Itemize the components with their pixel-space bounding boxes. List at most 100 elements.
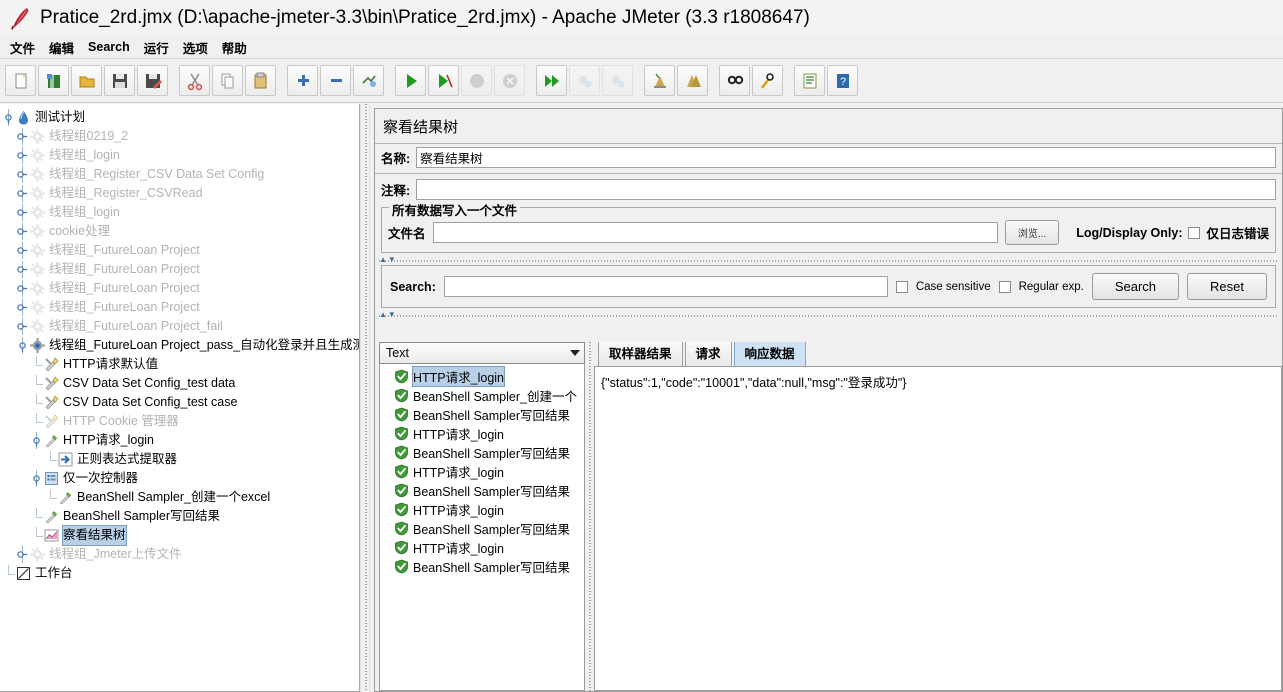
- toggle-icon[interactable]: [353, 65, 384, 96]
- tree-collapsed-handle-icon[interactable]: [16, 223, 29, 240]
- templates-icon[interactable]: [38, 65, 69, 96]
- copy-icon[interactable]: [212, 65, 243, 96]
- collapse-all-icon[interactable]: [320, 65, 351, 96]
- menu-search[interactable]: Search: [81, 38, 137, 56]
- sample-result-item[interactable]: BeanShell Sampler写回结果: [380, 519, 584, 538]
- browse-button[interactable]: 浏览...: [1004, 220, 1060, 245]
- menu-file[interactable]: 文件: [3, 36, 42, 59]
- comment-input[interactable]: [416, 179, 1276, 200]
- sample-result-list[interactable]: HTTP请求_login BeanShell Sampler_创建一个 BeanSh…: [379, 364, 585, 691]
- tree-expanded-handle-icon[interactable]: [30, 470, 43, 487]
- new-icon[interactable]: [5, 65, 36, 96]
- sample-result-item[interactable]: HTTP请求_login: [380, 424, 584, 443]
- expand-all-icon[interactable]: [287, 65, 318, 96]
- function-helper-icon[interactable]: [794, 65, 825, 96]
- detail-tab[interactable]: 响应数据: [733, 342, 806, 366]
- menu-run[interactable]: 运行: [137, 36, 176, 59]
- tree-expanded-handle-icon[interactable]: [30, 432, 43, 449]
- tree-node[interactable]: CSV Data Set Config_test case: [0, 393, 359, 412]
- tree-node[interactable]: 线程组_login: [0, 146, 359, 165]
- tree-expanded-handle-icon[interactable]: [16, 337, 29, 354]
- tree-collapsed-handle-icon[interactable]: [16, 204, 29, 221]
- tree-node[interactable]: 线程组_FutureLoan Project: [0, 279, 359, 298]
- test-plan-tree-panel[interactable]: 测试计划 线程组0219_2 线程组_login 线程组_Register_CSV D…: [0, 104, 360, 692]
- search-icon[interactable]: [719, 65, 750, 96]
- chevron-down-icon[interactable]: [570, 350, 580, 356]
- tree-node[interactable]: BeanShell Sampler_创建一个excel: [0, 488, 359, 507]
- reset-button[interactable]: Reset: [1187, 273, 1267, 300]
- tree-collapsed-handle-icon[interactable]: [16, 280, 29, 297]
- sample-result-item[interactable]: BeanShell Sampler_创建一个: [380, 386, 584, 405]
- tree-expanded-handle-icon[interactable]: [2, 109, 15, 126]
- regular-exp-checkbox[interactable]: [998, 280, 1011, 293]
- tree-node[interactable]: 线程组_FutureLoan Project: [0, 298, 359, 317]
- tree-collapsed-handle-icon[interactable]: [16, 299, 29, 316]
- detail-tab[interactable]: 请求: [684, 342, 732, 366]
- sample-result-item[interactable]: BeanShell Sampler写回结果: [380, 405, 584, 424]
- tree-editor-splitter[interactable]: [360, 104, 370, 692]
- tree-collapsed-handle-icon[interactable]: [16, 546, 29, 563]
- menu-help[interactable]: 帮助: [215, 36, 254, 59]
- save-icon[interactable]: [104, 65, 135, 96]
- start-icon[interactable]: [395, 65, 426, 96]
- tree-node[interactable]: 仅一次控制器: [0, 469, 359, 488]
- name-input[interactable]: [416, 147, 1276, 168]
- splitter-arrows-icon[interactable]: ▲▼: [379, 255, 397, 264]
- start-no-pauses-icon[interactable]: [428, 65, 459, 96]
- search-input[interactable]: [443, 276, 888, 297]
- tree-collapsed-handle-icon[interactable]: [16, 318, 29, 335]
- sample-result-item[interactable]: BeanShell Sampler写回结果: [380, 443, 584, 462]
- tree-node[interactable]: 线程组_Register_CSVRead: [0, 184, 359, 203]
- tree-node[interactable]: 线程组_FutureLoan Project: [0, 260, 359, 279]
- menu-edit[interactable]: 编辑: [42, 36, 81, 59]
- tree-node[interactable]: 察看结果树: [0, 525, 359, 546]
- tree-collapsed-handle-icon[interactable]: [16, 147, 29, 164]
- help-icon[interactable]: ?: [827, 65, 858, 96]
- tree-node[interactable]: 测试计划: [0, 108, 359, 127]
- tree-node[interactable]: 线程组_Register_CSV Data Set Config: [0, 165, 359, 184]
- tree-node[interactable]: 线程组_Jmeter上传文件: [0, 545, 359, 564]
- renderer-select[interactable]: Text: [379, 342, 585, 364]
- lower-splitter[interactable]: ▲▼: [379, 310, 1278, 320]
- sample-result-item[interactable]: HTTP请求_login: [380, 462, 584, 481]
- sample-result-item[interactable]: HTTP请求_login: [380, 538, 584, 557]
- detail-tab[interactable]: 取样器结果: [598, 342, 683, 366]
- tree-collapsed-handle-icon[interactable]: [16, 242, 29, 259]
- search-reset-icon[interactable]: [752, 65, 783, 96]
- open-icon[interactable]: [71, 65, 102, 96]
- tree-node[interactable]: HTTP请求_login: [0, 431, 359, 450]
- tree-node[interactable]: 线程组_FutureLoan Project_pass_自动化登录并且生成测: [0, 336, 359, 355]
- tree-collapsed-handle-icon[interactable]: [16, 128, 29, 145]
- upper-splitter[interactable]: ▲▼: [379, 255, 1278, 265]
- splitter-arrows-icon-2[interactable]: ▲▼: [379, 310, 397, 319]
- sample-result-item[interactable]: HTTP请求_login: [380, 500, 584, 519]
- tree-node[interactable]: HTTP请求默认值: [0, 355, 359, 374]
- tree-node[interactable]: 线程组_FutureLoan Project: [0, 241, 359, 260]
- remote-start-all-icon[interactable]: [536, 65, 567, 96]
- tree-node[interactable]: 线程组0219_2: [0, 127, 359, 146]
- sample-result-item[interactable]: HTTP请求_login: [380, 366, 584, 387]
- list-detail-splitter[interactable]: [585, 342, 594, 691]
- tree-collapsed-handle-icon[interactable]: [16, 261, 29, 278]
- tree-node[interactable]: CSV Data Set Config_test data: [0, 374, 359, 393]
- tree-node[interactable]: BeanShell Sampler写回结果: [0, 507, 359, 526]
- clear-all-icon[interactable]: [677, 65, 708, 96]
- tree-node[interactable]: 工作台: [0, 564, 359, 583]
- errors-only-checkbox[interactable]: [1188, 226, 1201, 239]
- filename-input[interactable]: [432, 222, 998, 243]
- sample-result-item[interactable]: BeanShell Sampler写回结果: [380, 557, 584, 576]
- case-sensitive-checkbox[interactable]: [895, 280, 908, 293]
- clear-icon[interactable]: [644, 65, 675, 96]
- tree-node[interactable]: 正则表达式提取器: [0, 450, 359, 469]
- response-data-body[interactable]: {"status":1,"code":"10001","data":null,"…: [594, 366, 1282, 691]
- sample-result-item[interactable]: BeanShell Sampler写回结果: [380, 481, 584, 500]
- menu-options[interactable]: 选项: [176, 36, 215, 59]
- test-plan-tree[interactable]: 测试计划 线程组0219_2 线程组_login 线程组_Register_CSV D…: [0, 104, 359, 583]
- paste-icon[interactable]: [245, 65, 276, 96]
- tree-node[interactable]: cookie处理: [0, 222, 359, 241]
- tree-node[interactable]: HTTP Cookie 管理器: [0, 412, 359, 431]
- tree-collapsed-handle-icon[interactable]: [16, 166, 29, 183]
- tree-node[interactable]: 线程组_login: [0, 203, 359, 222]
- cut-icon[interactable]: [179, 65, 210, 96]
- save-as-icon[interactable]: [137, 65, 168, 96]
